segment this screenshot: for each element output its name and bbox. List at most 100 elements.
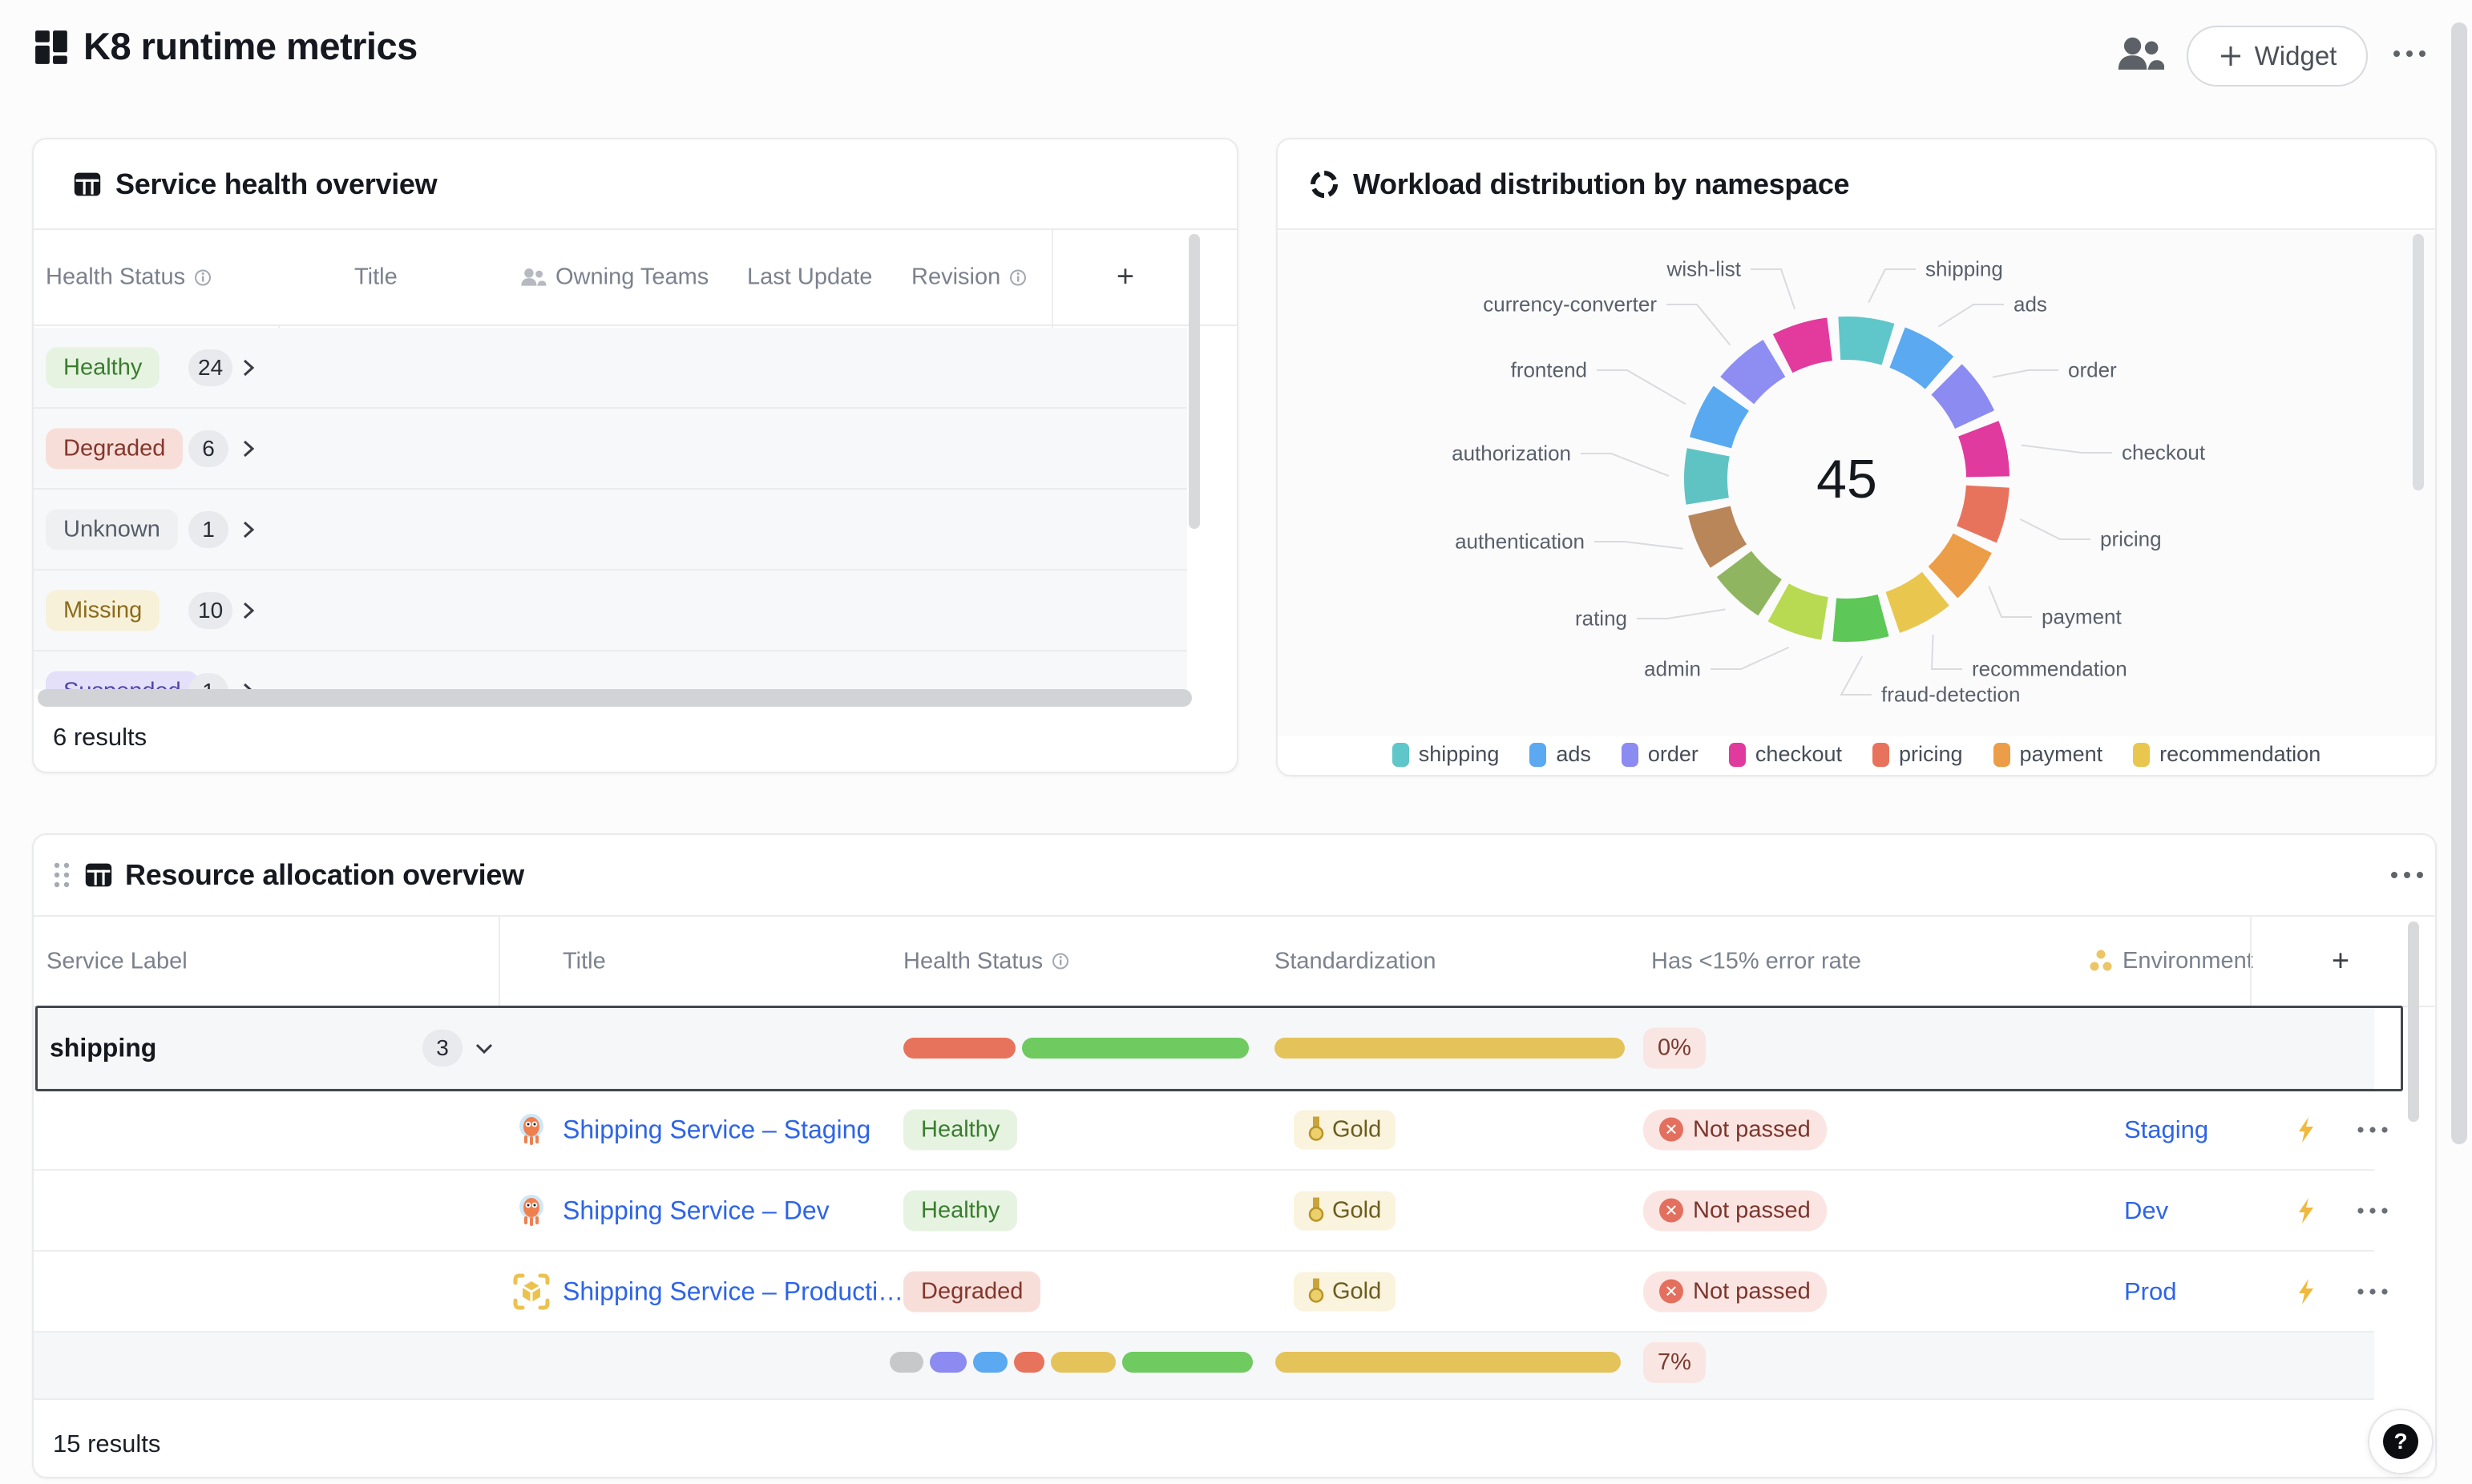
row-menu-icon[interactable] bbox=[2353, 1201, 2395, 1220]
results-count: 15 results bbox=[53, 1430, 160, 1458]
help-button[interactable]: ? bbox=[2368, 1409, 2434, 1474]
error-rate-badge: 7% bbox=[1643, 1342, 1706, 1383]
environment-link[interactable]: Dev bbox=[2124, 1196, 2168, 1225]
donut-label: fraud-detection bbox=[1881, 683, 2020, 708]
vertical-scrollbar[interactable] bbox=[2408, 921, 2419, 1122]
cube-scan-service-icon bbox=[512, 1272, 551, 1311]
standardization-badge: Gold bbox=[1294, 1272, 1396, 1311]
chevron-right-icon[interactable] bbox=[239, 357, 258, 379]
bar-segment bbox=[1275, 1352, 1621, 1373]
service-link[interactable]: Shipping Service – Producti… bbox=[563, 1276, 903, 1306]
chevron-right-icon[interactable] bbox=[239, 680, 258, 690]
chart-legend: shipping ads order checkout pricing paym… bbox=[1278, 742, 2435, 767]
add-column-button[interactable]: + bbox=[2323, 944, 2358, 978]
table-row[interactable]: Healthy 24 bbox=[34, 328, 1187, 409]
page-menu-icon[interactable] bbox=[2387, 42, 2435, 66]
add-column-button[interactable]: + bbox=[1108, 260, 1143, 295]
info-icon[interactable] bbox=[1008, 268, 1028, 287]
table-row[interactable]: Suspended 1 bbox=[34, 651, 1187, 689]
share-users-icon[interactable] bbox=[2116, 34, 2164, 75]
legend-item[interactable]: payment bbox=[1993, 742, 2103, 767]
chevron-right-icon[interactable] bbox=[239, 518, 258, 541]
legend-item[interactable]: order bbox=[1622, 742, 1698, 767]
table-row[interactable]: Shipping Service – Producti… Degraded Go… bbox=[34, 1252, 2374, 1333]
standardization-bar bbox=[1274, 1038, 1625, 1059]
legend-item[interactable]: checkout bbox=[1729, 742, 1842, 767]
group-row-shipping[interactable]: shipping 3 0% bbox=[34, 1007, 2374, 1090]
chevron-right-icon[interactable] bbox=[239, 599, 258, 622]
environment-link[interactable]: Staging bbox=[2124, 1115, 2208, 1144]
top-bar: K8 runtime metrics Widget bbox=[0, 0, 2472, 120]
vertical-scrollbar[interactable] bbox=[2413, 234, 2424, 490]
page-scrollbar[interactable] bbox=[2451, 22, 2467, 1144]
drag-handle-icon[interactable] bbox=[51, 860, 72, 890]
info-icon[interactable] bbox=[193, 268, 212, 287]
service-health-columns: Health Status Title Owning Teams Last Up… bbox=[34, 230, 1237, 326]
table-row[interactable]: Shipping Service – Staging Healthy Gold … bbox=[34, 1090, 2374, 1171]
vertical-scrollbar[interactable] bbox=[1189, 234, 1200, 529]
count-badge: 1 bbox=[188, 511, 228, 548]
x-circle-icon: ✕ bbox=[1659, 1118, 1683, 1142]
service-health-header: Service health overview bbox=[34, 139, 1237, 230]
donut-chart: shippingadsordercheckoutpricingpaymentre… bbox=[1278, 232, 2435, 736]
bar-segment bbox=[973, 1352, 1008, 1373]
donut-label: admin bbox=[1644, 657, 1701, 682]
bar-segment bbox=[1122, 1352, 1253, 1373]
legend-item[interactable]: ads bbox=[1529, 742, 1591, 767]
bar-segment bbox=[1051, 1352, 1116, 1373]
legend-item[interactable]: recommendation bbox=[2133, 742, 2321, 767]
dashboard-logo-icon bbox=[34, 29, 71, 66]
chevron-down-icon[interactable] bbox=[473, 1038, 495, 1058]
status-badge: Unknown bbox=[46, 509, 178, 550]
environment-link[interactable]: Prod bbox=[2124, 1277, 2176, 1306]
octopus-service-icon bbox=[512, 1192, 551, 1230]
table-row[interactable]: Unknown 1 bbox=[34, 490, 1187, 571]
legend-swatch bbox=[1529, 743, 1546, 767]
widget-menu-icon[interactable] bbox=[2386, 864, 2431, 886]
lightning-action-icon[interactable] bbox=[2296, 1116, 2316, 1143]
lightning-action-icon[interactable] bbox=[2296, 1197, 2316, 1224]
table-icon bbox=[83, 861, 114, 889]
donut-label: authentication bbox=[1455, 530, 1585, 554]
service-link[interactable]: Shipping Service – Staging bbox=[563, 1115, 870, 1144]
resource-allocation-columns: Service Label Title Health Status Standa… bbox=[34, 917, 2435, 1007]
horizontal-scrollbar[interactable] bbox=[38, 689, 1192, 707]
chevron-right-icon[interactable] bbox=[239, 438, 258, 460]
col-title: Title bbox=[563, 948, 606, 974]
legend-swatch bbox=[2133, 743, 2150, 767]
x-circle-icon: ✕ bbox=[1659, 1199, 1683, 1223]
bar-segment bbox=[1014, 1352, 1044, 1373]
resource-allocation-header: Resource allocation overview bbox=[34, 835, 2435, 917]
standardization-badge: Gold bbox=[1294, 1110, 1396, 1149]
col-last-update: Last Update bbox=[747, 264, 872, 291]
status-badge: Suspended bbox=[46, 671, 199, 689]
donut-label: payment bbox=[2042, 605, 2122, 630]
table-row[interactable]: Shipping Service – Dev Healthy Gold ✕Not… bbox=[34, 1171, 2374, 1252]
error-rate-badge: 0% bbox=[1643, 1027, 1706, 1068]
legend-item[interactable]: shipping bbox=[1392, 742, 1500, 767]
group-row-collapsed[interactable]: 7% bbox=[34, 1333, 2374, 1400]
col-health-status: Health Status bbox=[903, 948, 1070, 974]
donut-label: order bbox=[2068, 358, 2117, 383]
workload-header: Workload distribution by namespace bbox=[1278, 139, 2435, 230]
resource-allocation-card: Resource allocation overview Service Lab… bbox=[32, 833, 2437, 1478]
status-badge: Healthy bbox=[46, 347, 160, 388]
info-icon[interactable] bbox=[1051, 952, 1070, 971]
health-badge: Degraded bbox=[903, 1271, 1040, 1312]
lightning-action-icon[interactable] bbox=[2296, 1278, 2316, 1305]
donut-label: checkout bbox=[2122, 441, 2205, 466]
row-menu-icon[interactable] bbox=[2353, 1282, 2395, 1301]
service-link[interactable]: Shipping Service – Dev bbox=[563, 1196, 830, 1225]
add-widget-button[interactable]: Widget bbox=[2187, 26, 2368, 87]
donut-label: currency-converter bbox=[1483, 292, 1657, 317]
health-status-bar bbox=[890, 1352, 1253, 1373]
row-menu-icon[interactable] bbox=[2353, 1120, 2395, 1139]
table-row[interactable]: Missing 10 bbox=[34, 571, 1187, 651]
table-row[interactable]: Degraded 6 bbox=[34, 409, 1187, 490]
service-health-card: Service health overview Health Status Ti… bbox=[32, 138, 1238, 773]
legend-item[interactable]: pricing bbox=[1872, 742, 1963, 767]
status-badge: Degraded bbox=[46, 428, 183, 469]
donut-label: shipping bbox=[1925, 257, 2003, 282]
question-mark-icon: ? bbox=[2383, 1424, 2418, 1459]
col-standardization: Standardization bbox=[1274, 948, 1436, 974]
